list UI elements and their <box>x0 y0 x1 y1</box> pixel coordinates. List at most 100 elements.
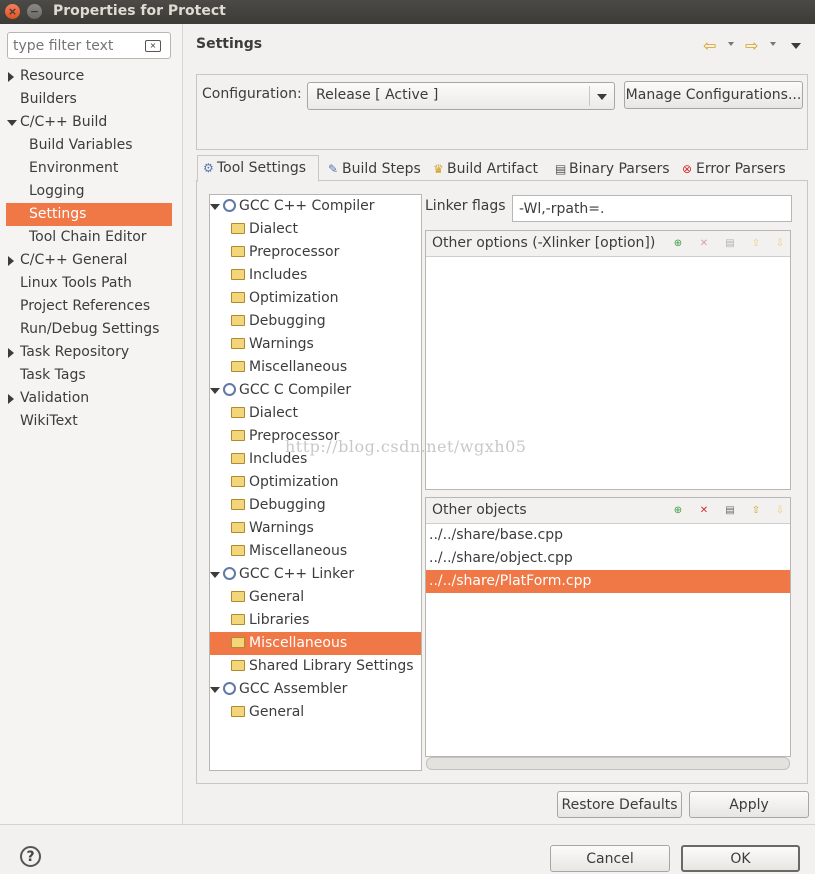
tree-group-label: GCC C++ Compiler <box>239 198 375 214</box>
move-down-object-icon[interactable]: ⇩ <box>774 505 786 517</box>
tab-tool-settings[interactable]: ⚙ Tool Settings <box>197 155 319 182</box>
sidebar-item[interactable]: Task Tags <box>0 364 182 387</box>
tree-item[interactable]: Shared Library Settings <box>210 655 421 678</box>
error-parsers-icon: ⊗ <box>682 162 693 176</box>
tab-label: Build Steps <box>342 161 421 177</box>
sidebar-item[interactable]: Resource <box>0 65 182 88</box>
tree-item[interactable]: Miscellaneous <box>210 540 421 563</box>
expanded-arrow-icon[interactable] <box>210 687 220 693</box>
sidebar-item[interactable]: Builders <box>0 88 182 111</box>
tree-item-label: Dialect <box>249 405 298 421</box>
tree-item-label: Miscellaneous <box>249 359 348 375</box>
forward-arrow-icon[interactable]: ⇨ <box>745 36 758 55</box>
page-title: Settings <box>196 36 263 52</box>
tool-settings-tree: GCC C++ Compiler Dialect Preprocessor Inclu… <box>209 194 422 771</box>
tree-item[interactable]: Dialect <box>210 218 421 241</box>
sidebar-item[interactable]: Tool Chain Editor <box>0 226 182 249</box>
tree-item[interactable]: General <box>210 586 421 609</box>
tree-item[interactable]: General <box>210 701 421 724</box>
sidebar-item[interactable]: C/C++ Build <box>0 111 182 134</box>
tree-group[interactable]: GCC C++ Linker <box>210 563 421 586</box>
sidebar-item[interactable]: Environment <box>0 157 182 180</box>
tab-binary-parsers[interactable]: ▤ Binary Parsers <box>549 156 672 181</box>
tree-item[interactable]: Warnings <box>210 517 421 540</box>
expanded-arrow-icon[interactable] <box>210 572 220 578</box>
apply-button[interactable]: Apply <box>689 791 809 818</box>
forward-dropdown-icon[interactable] <box>770 42 776 46</box>
list-item[interactable]: ../../share/object.cpp <box>426 547 790 570</box>
restore-defaults-button[interactable]: Restore Defaults <box>557 791 682 818</box>
minimize-window-icon[interactable]: − <box>27 4 42 19</box>
add-object-icon[interactable]: ⊕ <box>672 505 684 517</box>
tree-item-label: Optimization <box>249 474 339 490</box>
view-menu-icon[interactable] <box>791 43 801 49</box>
sidebar-item[interactable]: Run/Debug Settings <box>0 318 182 341</box>
tab-label: Build Artifact <box>447 161 538 177</box>
sidebar-item[interactable]: Validation <box>0 387 182 410</box>
close-window-icon[interactable]: × <box>5 4 20 19</box>
clear-filter-icon[interactable]: × <box>145 40 161 52</box>
manage-configurations-button[interactable]: Manage Configurations... <box>624 81 803 109</box>
tab-build-artifact[interactable]: ♛ Build Artifact <box>427 156 545 181</box>
folder-icon <box>231 246 245 257</box>
collapsed-arrow-icon[interactable] <box>8 394 14 404</box>
collapsed-arrow-icon[interactable] <box>8 348 14 358</box>
tree-group[interactable]: GCC C Compiler <box>210 379 421 402</box>
sidebar-item[interactable]: Task Repository <box>0 341 182 364</box>
expanded-arrow-icon[interactable] <box>210 204 220 210</box>
tree-item[interactable]: Optimization <box>210 287 421 310</box>
sidebar-item[interactable]: Project References <box>0 295 182 318</box>
tree-item[interactable]: Preprocessor <box>210 241 421 264</box>
sidebar-item[interactable]: Build Variables <box>0 134 182 157</box>
list-item[interactable]: ../../share/PlatForm.cpp <box>426 570 790 593</box>
edit-object-icon[interactable]: ▤ <box>724 505 736 517</box>
tree-item[interactable]: Miscellaneous <box>210 632 421 655</box>
add-option-icon[interactable]: ⊕ <box>672 238 684 250</box>
tree-item-label: Debugging <box>249 497 326 513</box>
expanded-arrow-icon[interactable] <box>7 120 17 126</box>
delete-option-icon[interactable]: ✕ <box>698 238 710 250</box>
ok-button[interactable]: OK <box>681 845 800 872</box>
tree-group[interactable]: GCC Assembler <box>210 678 421 701</box>
help-icon[interactable]: ? <box>20 846 41 867</box>
folder-icon <box>231 614 245 625</box>
list-item[interactable]: ../../share/base.cpp <box>426 524 790 547</box>
move-up-option-icon[interactable]: ⇧ <box>750 238 762 250</box>
filter-input[interactable] <box>13 36 138 55</box>
collapsed-arrow-icon[interactable] <box>8 256 14 266</box>
configuration-label: Configuration: <box>202 86 302 102</box>
tree-item[interactable]: Warnings <box>210 333 421 356</box>
sidebar-item[interactable]: WikiText <box>0 410 182 433</box>
delete-object-icon[interactable]: ✕ <box>698 505 710 517</box>
tree-item[interactable]: Miscellaneous <box>210 356 421 379</box>
tool-settings-icon: ⚙ <box>203 161 214 175</box>
sidebar-item[interactable]: C/C++ General <box>0 249 182 272</box>
tree-item[interactable]: Debugging <box>210 310 421 333</box>
tree-item[interactable]: Optimization <box>210 471 421 494</box>
tree-item[interactable]: Includes <box>210 264 421 287</box>
sidebar-item[interactable]: Settings <box>6 203 172 226</box>
tree-group[interactable]: GCC C++ Compiler <box>210 195 421 218</box>
move-down-option-icon[interactable]: ⇩ <box>774 238 786 250</box>
collapsed-arrow-icon[interactable] <box>8 72 14 82</box>
back-dropdown-icon[interactable] <box>728 42 734 46</box>
move-up-object-icon[interactable]: ⇧ <box>750 505 762 517</box>
linker-flags-input[interactable] <box>512 195 792 222</box>
expanded-arrow-icon[interactable] <box>210 388 220 394</box>
edit-option-icon[interactable]: ▤ <box>724 238 736 250</box>
tree-item[interactable]: Dialect <box>210 402 421 425</box>
sidebar-item[interactable]: Linux Tools Path <box>0 272 182 295</box>
tab-build-steps[interactable]: ✎ Build Steps <box>322 156 422 181</box>
tree-item[interactable]: Debugging <box>210 494 421 517</box>
tree-item-label: General <box>249 704 305 720</box>
tool-gear-icon <box>223 567 236 580</box>
cancel-button[interactable]: Cancel <box>550 845 670 872</box>
sidebar-item-label: Project References <box>20 298 151 314</box>
back-arrow-icon[interactable]: ⇦ <box>703 36 716 55</box>
configuration-select[interactable]: Release [ Active ] <box>307 82 615 110</box>
tree-item[interactable]: Libraries <box>210 609 421 632</box>
horizontal-scrollbar[interactable] <box>426 757 790 770</box>
tab-error-parsers[interactable]: ⊗ Error Parsers <box>676 156 793 181</box>
sidebar-item[interactable]: Logging <box>0 180 182 203</box>
sidebar-item-label: Build Variables <box>29 137 133 153</box>
